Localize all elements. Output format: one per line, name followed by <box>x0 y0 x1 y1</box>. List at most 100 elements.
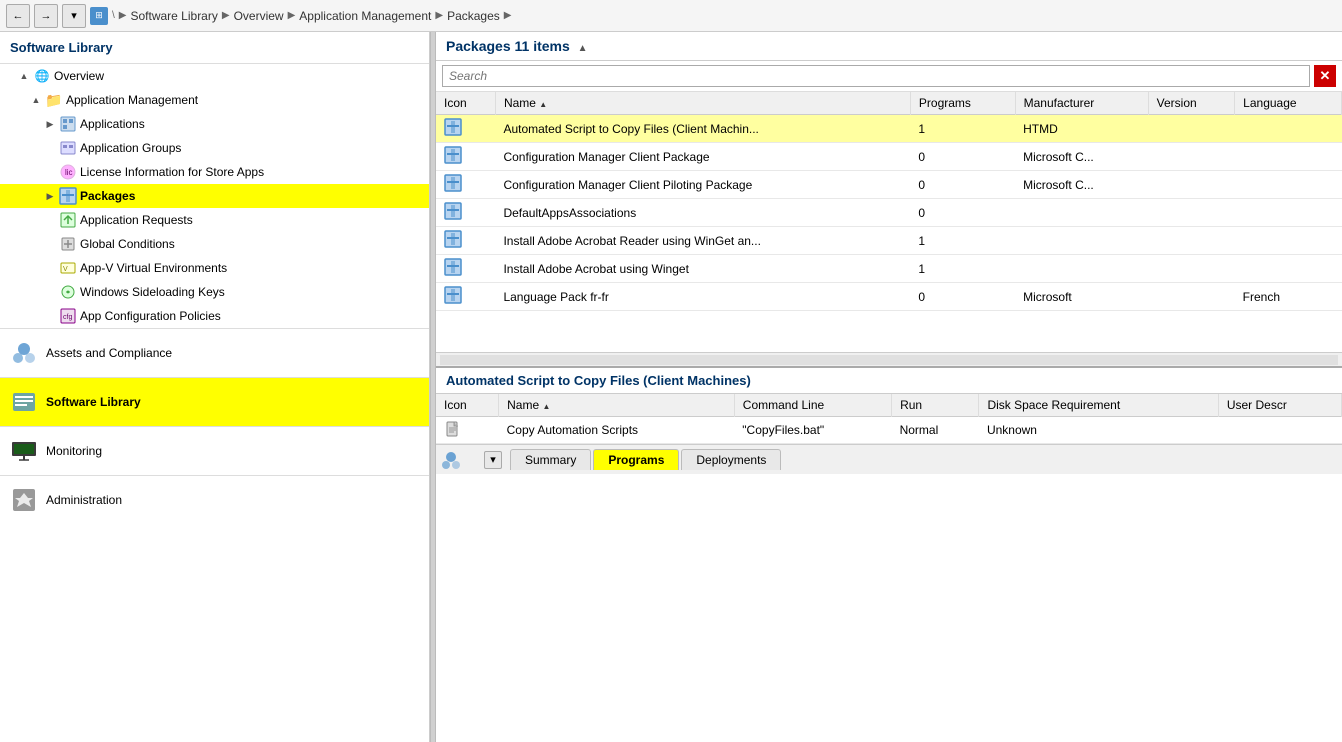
nav-assets[interactable]: Assets and Compliance <box>0 328 429 377</box>
sidebar-item-sideloading[interactable]: Windows Sideloading Keys <box>0 280 429 304</box>
content-area: Packages 11 items ▲ ✕ Icon Name ▲ Progra… <box>436 32 1342 742</box>
detail-col-icon: Icon <box>436 394 499 417</box>
row-version-cell <box>1148 171 1235 199</box>
detail-col-disk: Disk Space Requirement <box>979 394 1218 417</box>
detail-col-command: Command Line <box>734 394 891 417</box>
row-name-cell: Configuration Manager Client Package <box>495 143 910 171</box>
svg-text:lic: lic <box>65 168 73 177</box>
package-row-icon <box>444 258 462 276</box>
collapse-arrow: ▲ <box>578 43 588 54</box>
row-language-cell <box>1235 255 1342 283</box>
nav-monitoring[interactable]: Monitoring <box>0 426 429 475</box>
row-icon-cell <box>436 143 495 171</box>
row-programs-cell: 1 <box>910 255 1015 283</box>
packages-header: Packages 11 items ▲ <box>436 32 1342 61</box>
monitoring-label: Monitoring <box>46 444 102 458</box>
sidebar-item-global-conditions[interactable]: Global Conditions <box>0 232 429 256</box>
sidebar-item-app-config[interactable]: cfg App Configuration Policies <box>0 304 429 328</box>
content-body: Packages 11 items ▲ ✕ Icon Name ▲ Progra… <box>436 32 1342 742</box>
table-row[interactable]: DefaultAppsAssociations 0 <box>436 199 1342 227</box>
expand-arrow-overview: ▲ <box>18 71 30 81</box>
row-language-cell <box>1235 115 1342 143</box>
col-version: Version <box>1148 92 1235 115</box>
applications-label: Applications <box>80 117 145 131</box>
table-row[interactable]: Automated Script to Copy Files (Client M… <box>436 115 1342 143</box>
package-row-icon <box>444 174 462 192</box>
table-row[interactable]: Install Adobe Acrobat using Winget 1 <box>436 255 1342 283</box>
row-manufacturer-cell <box>1015 199 1148 227</box>
forward-button[interactable]: → <box>34 4 58 28</box>
breadcrumb-arrow-3: ▶ <box>288 10 296 21</box>
h-scrollbar[interactable] <box>436 352 1342 366</box>
sidebar-item-app-groups[interactable]: Application Groups <box>0 136 429 160</box>
sidebar-item-appv[interactable]: V App-V Virtual Environments <box>0 256 429 280</box>
administration-label: Administration <box>46 493 122 507</box>
sidebar-item-license[interactable]: lic License Information for Store Apps <box>0 160 429 184</box>
detail-command-cell: "CopyFiles.bat" <box>734 417 891 444</box>
packages-title: Packages <box>446 38 511 54</box>
sidebar-title: Software Library <box>0 32 429 64</box>
sideloading-label: Windows Sideloading Keys <box>80 285 225 299</box>
row-language-cell <box>1235 171 1342 199</box>
table-row[interactable]: Configuration Manager Client Piloting Pa… <box>436 171 1342 199</box>
software-library-label: Software Library <box>46 395 141 409</box>
sidebar-item-app-requests[interactable]: Application Requests <box>0 208 429 232</box>
detail-header-row: Icon Name ▲ Command Line Run Disk Space … <box>436 394 1342 417</box>
row-version-cell <box>1148 283 1235 311</box>
sidebar: Software Library ▲ 🌐 Overview ▲ 📁 Applic… <box>0 32 430 742</box>
row-version-cell <box>1148 115 1235 143</box>
dropdown-button[interactable]: ▾ <box>62 4 86 28</box>
row-version-cell <box>1148 143 1235 171</box>
breadcrumb-arrow-4: ▶ <box>435 10 443 21</box>
table-row[interactable]: Configuration Manager Client Package 0 M… <box>436 143 1342 171</box>
sidebar-item-packages[interactable]: ▶ Packages <box>0 184 429 208</box>
nav-administration[interactable]: Administration <box>0 475 429 524</box>
table-row[interactable]: Install Adobe Acrobat Reader using WinGe… <box>436 227 1342 255</box>
license-label: License Information for Store Apps <box>80 165 264 179</box>
row-manufacturer-cell: HTMD <box>1015 115 1148 143</box>
nav-software-library[interactable]: Software Library <box>0 377 429 426</box>
detail-table-wrap: Icon Name ▲ Command Line Run Disk Space … <box>436 394 1342 444</box>
breadcrumb-packages[interactable]: Packages <box>447 9 500 23</box>
appv-label: App-V Virtual Environments <box>80 261 227 275</box>
search-input[interactable] <box>442 65 1310 87</box>
row-version-cell <box>1148 255 1235 283</box>
breadcrumb-overview[interactable]: Overview <box>234 9 284 23</box>
app-groups-icon <box>59 139 77 157</box>
col-name: Name ▲ <box>495 92 910 115</box>
tab-dropdown-button[interactable]: ▾ <box>484 451 502 469</box>
tab-deployments[interactable]: Deployments <box>681 449 781 470</box>
app-config-icon: cfg <box>59 307 77 325</box>
assets-icon <box>10 339 38 367</box>
breadcrumb-software-library[interactable]: Software Library <box>130 9 217 23</box>
breadcrumb-arrow-5: ▶ <box>504 10 512 21</box>
breadcrumb-app-management[interactable]: Application Management <box>299 9 431 23</box>
row-name-cell: Language Pack fr-fr <box>495 283 910 311</box>
sidebar-item-applications[interactable]: ▶ Applications <box>0 112 429 136</box>
sidebar-item-overview[interactable]: ▲ 🌐 Overview <box>0 64 429 88</box>
packages-table-wrap: Icon Name ▲ Programs Manufacturer Versio… <box>436 92 1342 352</box>
tab-programs[interactable]: Programs <box>593 449 679 470</box>
detail-col-user: User Descr <box>1218 394 1341 417</box>
package-row-icon <box>444 146 462 164</box>
row-name-cell: DefaultAppsAssociations <box>495 199 910 227</box>
row-language-cell <box>1235 143 1342 171</box>
detail-row[interactable]: Copy Automation Scripts "CopyFiles.bat" … <box>436 417 1342 444</box>
table-row[interactable]: Language Pack fr-fr 0 Microsoft French <box>436 283 1342 311</box>
app-groups-label: Application Groups <box>80 141 181 155</box>
row-icon-cell <box>436 115 495 143</box>
breadcrumb-arrow-2: ▶ <box>222 10 230 21</box>
globe-icon: 🌐 <box>33 67 51 85</box>
search-bar: ✕ <box>436 61 1342 92</box>
tab-summary[interactable]: Summary <box>510 449 591 470</box>
sidebar-item-app-management[interactable]: ▲ 📁 Application Management <box>0 88 429 112</box>
h-scroll-track <box>440 355 1338 365</box>
back-button[interactable]: ← <box>6 4 30 28</box>
col-manufacturer: Manufacturer <box>1015 92 1148 115</box>
row-manufacturer-cell: Microsoft C... <box>1015 171 1148 199</box>
detail-table: Icon Name ▲ Command Line Run Disk Space … <box>436 394 1342 444</box>
sidebar-tree: ▲ 🌐 Overview ▲ 📁 Application Management … <box>0 64 429 328</box>
row-programs-cell: 1 <box>910 227 1015 255</box>
search-clear-button[interactable]: ✕ <box>1314 65 1336 87</box>
package-row-icon <box>444 118 462 136</box>
